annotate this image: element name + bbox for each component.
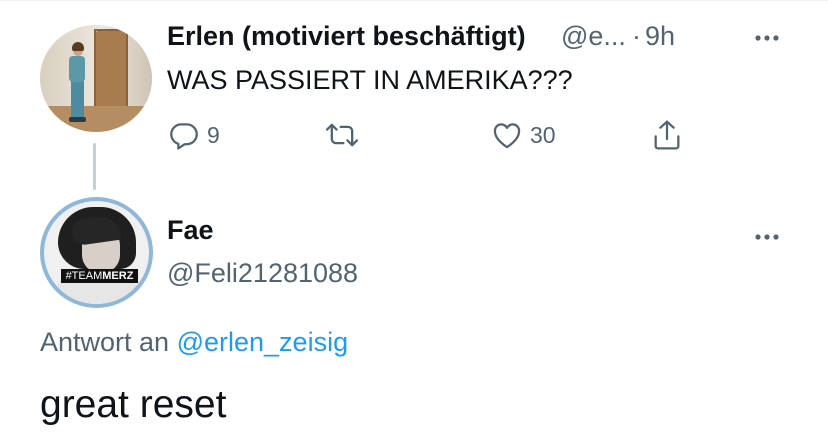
more-horizontal-icon[interactable] <box>752 222 782 257</box>
parent-handle[interactable]: @e... <box>561 21 626 51</box>
share-icon <box>654 120 680 150</box>
main-author-name[interactable]: Fae <box>167 215 214 246</box>
like-count: 30 <box>530 121 556 148</box>
meta-separator: · <box>631 21 641 51</box>
more-horizontal-icon[interactable] <box>752 23 782 58</box>
reply-to-handle-link[interactable]: @erlen_zeisig <box>177 327 349 357</box>
retweet-icon <box>325 123 359 147</box>
parent-meta: @e... · 9h <box>561 21 675 52</box>
share-button[interactable] <box>651 117 683 153</box>
retweet-button[interactable] <box>323 118 367 152</box>
parent-author-name[interactable]: Erlen (motiviert beschäftigt) <box>167 21 526 52</box>
top-divider <box>0 0 828 1</box>
thread-connector-line <box>93 143 96 190</box>
avatar-badge: #TEAMMERZ <box>61 269 138 283</box>
parent-tweet-text: WAS PASSIERT IN AMERIKA??? <box>167 65 573 95</box>
like-button[interactable]: 30 <box>490 118 556 152</box>
reply-to-prefix: Antwort an <box>40 327 170 357</box>
reply-icon <box>170 123 198 150</box>
main-tweet-text: great reset <box>40 383 227 426</box>
parent-tweet-avatar[interactable] <box>40 25 152 132</box>
main-tweet-avatar[interactable]: #TEAMMERZ <box>40 197 153 308</box>
heart-icon <box>493 123 521 149</box>
parent-timestamp[interactable]: 9h <box>645 21 675 51</box>
reply-button[interactable]: 9 <box>167 118 220 152</box>
reply-count: 9 <box>207 121 220 148</box>
main-author-handle[interactable]: @Feli21281088 <box>167 258 358 289</box>
reply-context: Antwort an @erlen_zeisig <box>40 327 348 358</box>
